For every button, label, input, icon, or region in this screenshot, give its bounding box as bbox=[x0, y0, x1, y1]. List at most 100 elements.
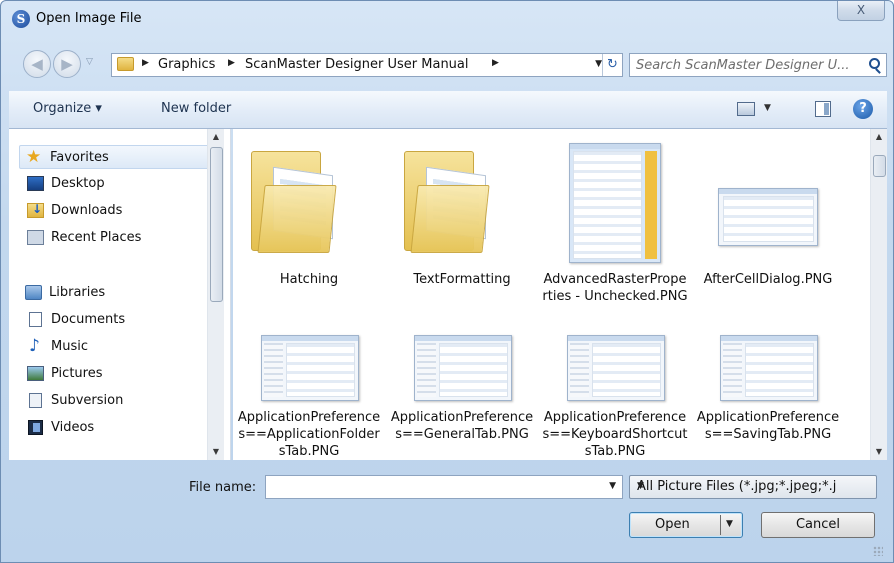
image-thumbnail bbox=[567, 335, 665, 401]
cancel-button[interactable]: Cancel bbox=[761, 512, 875, 538]
nav-pictures-label: Pictures bbox=[51, 366, 103, 381]
file-item[interactable]: TextFormatting bbox=[388, 135, 536, 295]
organize-button[interactable]: Organize ▾ bbox=[33, 101, 102, 116]
search-icon[interactable] bbox=[869, 58, 880, 69]
file-item[interactable]: Hatching bbox=[235, 135, 383, 295]
breadcrumb-arrow-icon[interactable]: ▶ bbox=[492, 58, 499, 68]
videos-icon bbox=[28, 420, 43, 435]
file-name-dropdown-icon[interactable]: ▼ bbox=[609, 481, 616, 491]
file-name: ApplicationPreferences==GeneralTab.PNG bbox=[390, 410, 534, 442]
nav-subversion-label: Subversion bbox=[51, 393, 124, 408]
file-name: ApplicationPreferences==SavingTab.PNG bbox=[696, 410, 840, 442]
nav-recent-places[interactable]: Recent Places bbox=[23, 226, 223, 250]
nav-documents[interactable]: Documents bbox=[23, 308, 223, 332]
open-button-label: Open bbox=[655, 517, 690, 532]
dialog-footer: File name: ▼ All Picture Files (*.jpg;*.… bbox=[9, 460, 887, 560]
open-button[interactable]: Open ▼ bbox=[629, 512, 743, 538]
preview-pane-icon[interactable] bbox=[815, 101, 831, 117]
subversion-icon bbox=[29, 393, 42, 408]
cancel-button-label: Cancel bbox=[795, 517, 841, 532]
file-name: AfterCellDialog.PNG bbox=[703, 272, 833, 287]
forward-button[interactable]: ▶ bbox=[53, 50, 81, 78]
file-name-input[interactable] bbox=[270, 478, 590, 496]
navpane-scrollbar[interactable]: ▲ ▼ bbox=[207, 129, 224, 460]
back-button[interactable]: ◀ bbox=[23, 50, 51, 78]
file-item[interactable]: AdvancedRasterProperties - Unchecked.PNG bbox=[541, 135, 689, 325]
change-view-icon[interactable] bbox=[737, 102, 755, 116]
filter-dropdown-icon: ▼ bbox=[637, 481, 644, 491]
recent-pages-dropdown-icon[interactable]: ▽ bbox=[86, 57, 93, 67]
file-name: ApplicationPreferences==KeyboardShortcut… bbox=[542, 410, 688, 459]
star-icon: ★ bbox=[26, 147, 42, 167]
file-item[interactable]: ApplicationPreferences==ApplicationFolde… bbox=[235, 329, 383, 460]
nav-music[interactable]: ♪ Music bbox=[23, 335, 223, 359]
nav-music-label: Music bbox=[51, 339, 88, 354]
file-name: AdvancedRasterProperties - Unchecked.PNG bbox=[542, 272, 688, 304]
nav-videos[interactable]: Videos bbox=[23, 416, 223, 440]
libraries-icon bbox=[25, 285, 42, 300]
scroll-down-icon[interactable]: ▼ bbox=[208, 444, 224, 460]
file-name: TextFormatting bbox=[413, 272, 511, 287]
dialog-window: S Open Image File X ◀ ▶ ▽ ▶ Graphics ▶ S… bbox=[0, 0, 894, 563]
breadcrumb-scanmaster-manual[interactable]: ScanMaster Designer User Manual bbox=[245, 57, 469, 72]
file-name: ApplicationPreferences==ApplicationFolde… bbox=[237, 410, 381, 459]
search-input[interactable] bbox=[636, 56, 856, 74]
folder-icon bbox=[117, 57, 134, 71]
downloads-icon bbox=[27, 202, 44, 218]
new-folder-button[interactable]: New folder bbox=[161, 101, 231, 116]
scroll-down-icon[interactable]: ▼ bbox=[871, 444, 887, 460]
nav-desktop-label: Desktop bbox=[51, 176, 105, 191]
open-options-dropdown-icon[interactable]: ▼ bbox=[726, 519, 733, 529]
file-item[interactable]: ApplicationPreferences==KeyboardShortcut… bbox=[541, 329, 689, 460]
documents-icon bbox=[29, 312, 42, 327]
nav-favorites[interactable]: ★ Favorites bbox=[19, 145, 209, 169]
address-bar[interactable]: ▶ Graphics ▶ ScanMaster Designer User Ma… bbox=[111, 53, 623, 77]
recent-places-icon bbox=[27, 230, 44, 245]
scroll-up-icon[interactable]: ▲ bbox=[208, 129, 224, 145]
nav-recent-places-label: Recent Places bbox=[51, 230, 142, 245]
close-button[interactable]: X bbox=[837, 1, 885, 21]
split-divider bbox=[720, 515, 721, 535]
nav-favorites-label: Favorites bbox=[50, 150, 109, 165]
navigation-pane: ★ Favorites Desktop Downloads Recent Pla… bbox=[9, 129, 231, 460]
file-name-combobox[interactable]: ▼ bbox=[265, 475, 623, 499]
folder-icon bbox=[251, 145, 337, 253]
image-thumbnail bbox=[261, 335, 359, 401]
title-bar[interactable]: S Open Image File X bbox=[1, 1, 893, 37]
app-icon: S bbox=[12, 10, 30, 28]
image-thumbnail bbox=[569, 143, 661, 263]
file-item[interactable]: AfterCellDialog.PNG bbox=[694, 135, 842, 315]
nav-videos-label: Videos bbox=[51, 420, 95, 435]
image-thumbnail bbox=[414, 335, 512, 401]
view-options-dropdown-icon[interactable]: ▼ bbox=[764, 103, 771, 113]
search-box[interactable] bbox=[629, 53, 887, 77]
nav-pictures[interactable]: Pictures bbox=[23, 362, 223, 386]
file-name: Hatching bbox=[279, 272, 339, 287]
desktop-icon bbox=[27, 176, 44, 191]
file-item[interactable]: ApplicationPreferences==GeneralTab.PNG bbox=[388, 329, 536, 460]
file-list: Hatching TextFormatting AdvancedRasterPr… bbox=[233, 129, 887, 460]
nav-libraries[interactable]: Libraries bbox=[19, 281, 219, 305]
nav-documents-label: Documents bbox=[51, 312, 126, 327]
nav-downloads-label: Downloads bbox=[51, 203, 123, 218]
scroll-up-icon[interactable]: ▲ bbox=[871, 129, 887, 145]
file-name-label: File name: bbox=[189, 480, 257, 495]
breadcrumb-arrow-icon[interactable]: ▶ bbox=[142, 58, 149, 68]
refresh-icon[interactable]: ↻ bbox=[602, 54, 622, 76]
file-list-scrollbar[interactable]: ▲ ▼ bbox=[870, 129, 887, 460]
command-toolbar: Organize ▾ New folder ▼ ? bbox=[9, 91, 887, 129]
address-dropdown-icon[interactable]: ▼ bbox=[595, 59, 602, 69]
resize-grip-icon[interactable] bbox=[873, 546, 883, 556]
file-type-filter-select[interactable]: All Picture Files (*.jpg;*.jpeg;*.j ▼ bbox=[629, 475, 877, 499]
address-row: ◀ ▶ ▽ ▶ Graphics ▶ ScanMaster Designer U… bbox=[9, 47, 887, 85]
breadcrumb-arrow-icon[interactable]: ▶ bbox=[228, 58, 235, 68]
file-list-scroll-thumb[interactable] bbox=[873, 155, 886, 177]
file-item[interactable]: ApplicationPreferences==SavingTab.PNG bbox=[694, 329, 842, 460]
nav-subversion[interactable]: Subversion bbox=[23, 389, 223, 413]
navpane-scroll-thumb[interactable] bbox=[210, 147, 223, 302]
nav-downloads[interactable]: Downloads bbox=[23, 199, 223, 223]
nav-desktop[interactable]: Desktop bbox=[23, 172, 223, 196]
help-icon[interactable]: ? bbox=[853, 99, 873, 119]
image-thumbnail bbox=[718, 188, 818, 246]
breadcrumb-graphics[interactable]: Graphics bbox=[158, 57, 215, 72]
